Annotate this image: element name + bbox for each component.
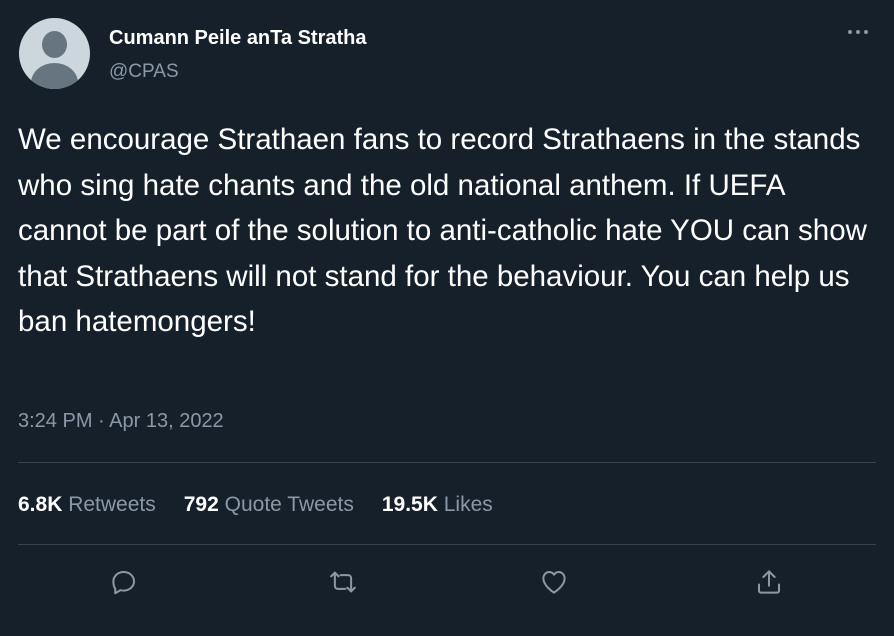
likes-label: Likes — [443, 493, 493, 516]
likes-stat[interactable]: 19.5K Likes — [382, 493, 493, 517]
tweet-text: We encourage Strathaen fans to record St… — [18, 123, 867, 338]
avatar-body-shape — [31, 63, 78, 89]
divider — [18, 544, 876, 545]
divider — [18, 462, 876, 463]
avatar-head-shape — [42, 31, 67, 58]
likes-count: 19.5K — [381, 493, 438, 516]
engagement-stats: 6.8K Retweets 792 Quote Tweets 19.5K Likes — [18, 493, 521, 517]
quote-tweets-stat[interactable]: 792 Quote Tweets — [184, 493, 354, 517]
share-button[interactable] — [752, 565, 786, 599]
avatar[interactable] — [19, 18, 90, 89]
retweets-stat[interactable]: 6.8K Retweets — [18, 493, 156, 517]
retweet-button[interactable] — [326, 565, 360, 599]
reply-icon — [112, 571, 135, 595]
tweet-timestamp[interactable]: 3:24 PM · Apr 13, 2022 — [18, 410, 224, 433]
author-name[interactable]: Cumann Peile anTa Stratha — [109, 27, 366, 50]
author-handle[interactable]: @CPAS — [109, 61, 179, 83]
retweets-label: Retweets — [68, 493, 156, 516]
heart-icon — [542, 571, 566, 594]
quote-tweets-count: 792 — [183, 493, 219, 516]
reply-button[interactable] — [107, 565, 141, 599]
like-button[interactable] — [537, 565, 571, 599]
share-icon — [758, 570, 780, 594]
more-options-button[interactable] — [840, 20, 876, 44]
quote-tweets-label: Quote Tweets — [224, 493, 354, 516]
retweet-icon — [330, 571, 356, 593]
more-horizontal-icon — [848, 30, 868, 34]
tweet-card: Cumann Peile anTa Stratha @CPAS We encou… — [0, 0, 894, 636]
retweets-count: 6.8K — [18, 493, 63, 516]
